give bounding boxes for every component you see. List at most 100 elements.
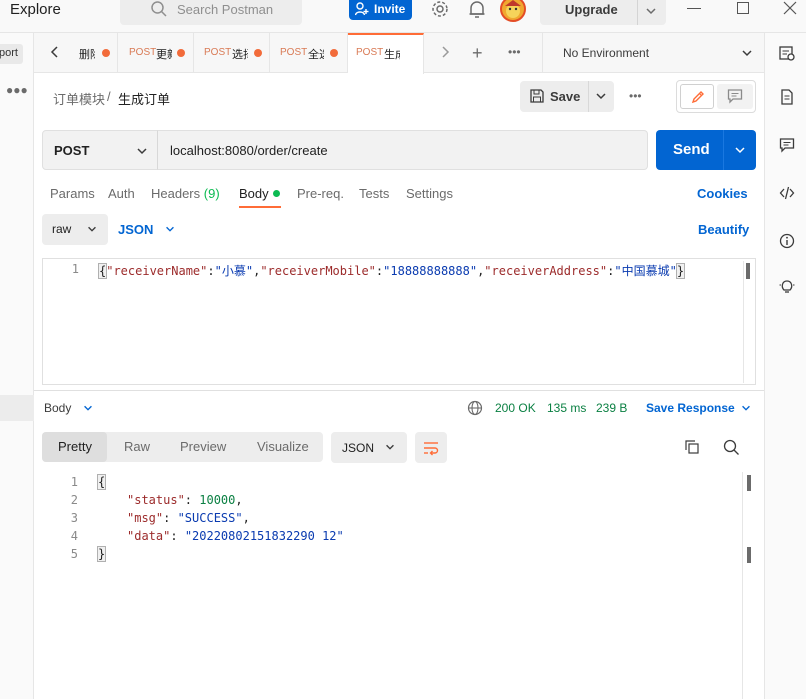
tab-preview[interactable]: Preview (180, 439, 226, 454)
save-icon (530, 89, 544, 103)
environment-label: No Environment (563, 46, 650, 60)
search-icon[interactable] (723, 439, 740, 456)
edit-mode-button[interactable] (680, 84, 714, 109)
new-tab-icon[interactable]: + (472, 43, 483, 64)
line-number: 4 (70, 529, 78, 543)
tab-tests[interactable]: Tests (359, 186, 389, 201)
more-options-icon[interactable]: ●●● (6, 83, 28, 97)
tab-body[interactable]: Body (239, 186, 269, 201)
pane-divider[interactable] (34, 390, 764, 391)
request-scrollbar[interactable] (743, 261, 753, 383)
invite-button[interactable]: Invite (349, 0, 412, 20)
tab-headers[interactable]: Headers (9) (151, 186, 220, 201)
url-input[interactable]: localhost:8080/order/create (157, 130, 648, 170)
breadcrumb-parent[interactable]: 订单模块 (53, 89, 105, 108)
sidebar-selected-item[interactable] (0, 395, 34, 421)
tab-headers-label: Headers (151, 186, 201, 201)
response-body-viewer[interactable]: 1 2 3 4 5 { "status": 10000, "msg": "SUC… (42, 472, 742, 699)
response-time[interactable]: 135 ms (547, 401, 586, 415)
scrollbar-thumb[interactable] (746, 263, 750, 279)
wrap-lines-button[interactable] (415, 432, 447, 463)
comment-mode-button[interactable] (717, 84, 753, 109)
environment-quick-look-icon[interactable] (779, 45, 795, 61)
request-body-editor[interactable]: 1 {"receiverName":"小慕","receiverMobile":… (42, 258, 756, 385)
gear-icon[interactable] (430, 0, 450, 20)
body-language-select[interactable]: JSON (118, 222, 174, 237)
response-section-select[interactable]: Body (44, 401, 71, 415)
response-view-tabs: Pretty Raw Preview Visualize (42, 432, 323, 462)
request-body-line: {"receiverName":"小慕","receiverMobile":"1… (97, 263, 686, 279)
scrollbar-thumb[interactable] (747, 475, 751, 491)
json-key: "status" (127, 493, 185, 507)
chevron-right-icon[interactable] (438, 45, 452, 59)
body-mode-select[interactable]: raw (42, 214, 108, 245)
copy-icon[interactable] (684, 439, 700, 455)
tab-params[interactable]: Params (50, 186, 95, 201)
tab-settings[interactable]: Settings (406, 186, 453, 201)
chevron-down-icon[interactable] (594, 89, 608, 103)
chevron-left-icon[interactable] (48, 45, 62, 59)
avatar[interactable] (500, 0, 526, 22)
send-button[interactable]: Send (656, 130, 756, 170)
json-close-brace: } (96, 546, 107, 562)
request-tab[interactable]: POST 选择 (194, 33, 270, 73)
tab-prerequest[interactable]: Pre-req. (297, 186, 344, 201)
cookies-link[interactable]: Cookies (697, 186, 748, 201)
import-button[interactable]: port (0, 44, 23, 64)
close-window-button[interactable] (783, 1, 797, 15)
tab-name: 选择 (232, 49, 248, 61)
line-number: 5 (70, 547, 78, 561)
json-value: "SUCCESS" (177, 511, 243, 525)
request-tab[interactable]: POST 全选 (270, 33, 348, 73)
code-icon[interactable] (779, 185, 795, 201)
chevron-down-icon[interactable] (82, 402, 94, 414)
documentation-icon[interactable] (779, 89, 795, 105)
page-title[interactable]: 生成订单 (118, 89, 170, 108)
save-button[interactable]: Save (520, 81, 614, 112)
tab-auth[interactable]: Auth (108, 186, 135, 201)
left-sidebar (0, 33, 34, 699)
tab-visualize[interactable]: Visualize (257, 439, 309, 454)
request-tabs-bar: 删除 POST 更新 POST 选择 POST 全选 POST 生成 + •••… (34, 33, 764, 74)
minimize-button[interactable] (687, 8, 701, 9)
upgrade-button[interactable]: Upgrade (540, 0, 666, 25)
chevron-down-icon (386, 444, 394, 450)
response-scrollbar[interactable] (742, 472, 754, 699)
more-tabs-icon[interactable]: ••• (508, 45, 521, 59)
method-select[interactable]: POST (42, 130, 158, 170)
maximize-button[interactable] (737, 2, 749, 14)
chevron-down-icon[interactable] (644, 4, 658, 18)
tab-raw[interactable]: Raw (124, 439, 150, 454)
info-icon[interactable] (779, 233, 795, 249)
beautify-link[interactable]: Beautify (698, 222, 749, 237)
comments-icon[interactable] (779, 137, 795, 153)
search-input[interactable]: Search Postman (120, 0, 302, 25)
unsaved-dot (177, 49, 185, 57)
tab-pretty[interactable]: Pretty (42, 432, 107, 462)
chevron-down-icon[interactable] (740, 402, 752, 414)
response-size[interactable]: 239 B (596, 401, 627, 415)
tab-name: 更新 (156, 49, 172, 61)
environment-selector[interactable]: No Environment (542, 33, 764, 73)
response-format-select[interactable]: JSON (331, 432, 407, 463)
globe-icon[interactable] (467, 400, 483, 416)
send-label: Send (673, 141, 710, 158)
tab-name: 全选 (308, 49, 324, 61)
request-tab[interactable]: POST 更新 (118, 33, 194, 73)
upgrade-label: Upgrade (565, 2, 618, 17)
explore-link[interactable]: Explore (10, 1, 61, 18)
body-status-dot (273, 190, 280, 197)
invite-label: Invite (374, 2, 406, 16)
line-number: 1 (71, 262, 79, 276)
scrollbar-thumb[interactable] (747, 547, 751, 563)
request-tab[interactable]: 删除 (72, 33, 118, 73)
lightbulb-icon[interactable] (779, 279, 795, 295)
save-response-button[interactable]: Save Response (646, 401, 735, 415)
avatar-image (505, 0, 521, 18)
bell-icon[interactable] (467, 0, 487, 20)
url-value: localhost:8080/order/create (170, 143, 328, 158)
chevron-down-icon[interactable] (733, 143, 747, 157)
status-code[interactable]: 200 OK (495, 401, 536, 415)
request-tab-active[interactable]: POST 生成 (348, 33, 424, 74)
more-actions-icon[interactable]: ••• (629, 89, 642, 103)
